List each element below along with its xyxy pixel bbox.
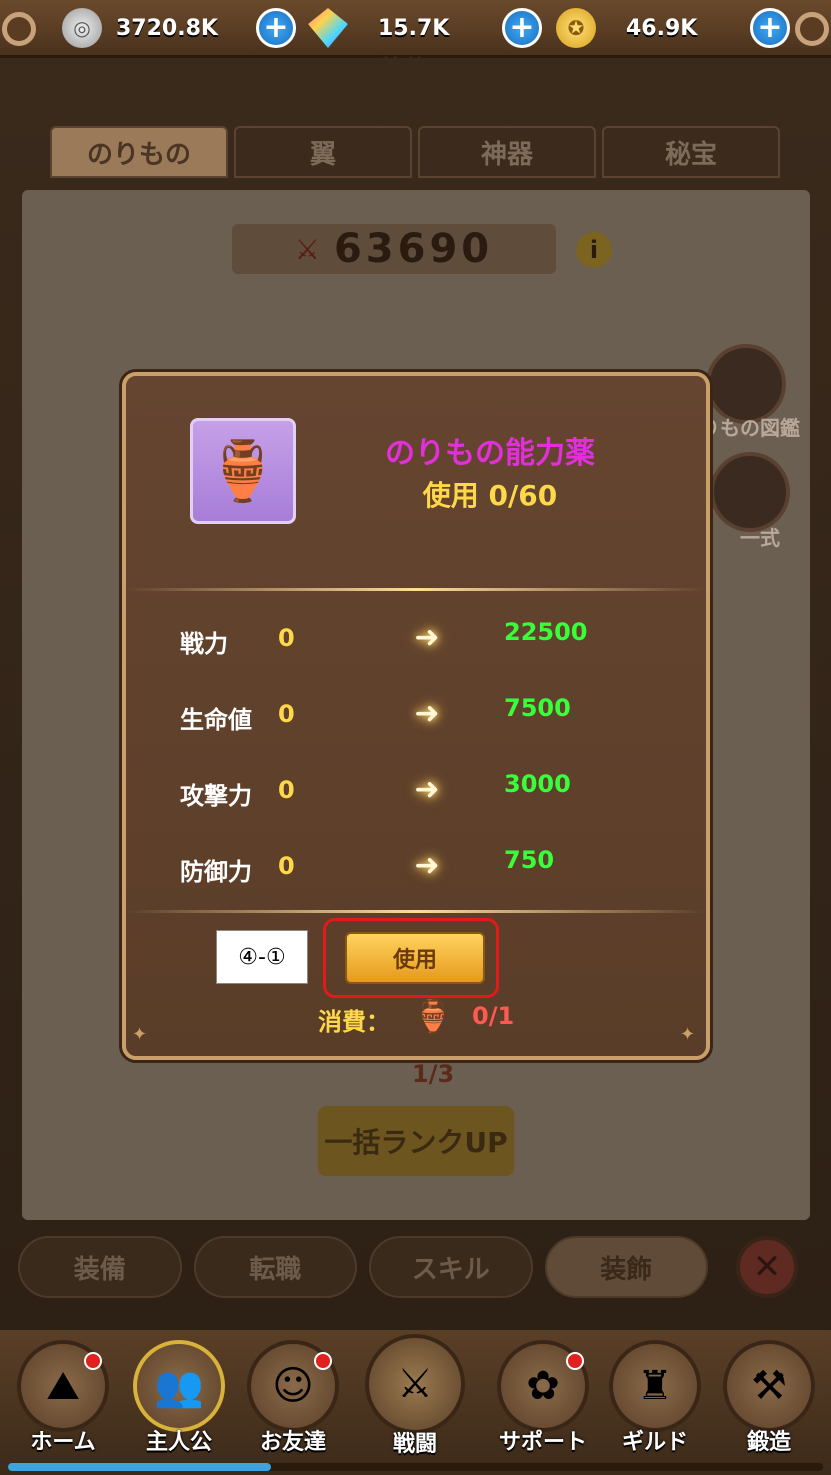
- crossed-swords-icon: ⚔: [365, 1334, 465, 1434]
- silver-coin-icon: ◎: [62, 8, 102, 48]
- anvil-icon: ⚒: [723, 1340, 815, 1432]
- corner-ornament-icon: ✦: [680, 1024, 696, 1045]
- potion-cost-icon: 🏺: [413, 997, 453, 1035]
- nav-guild-label: ギルド: [621, 1430, 688, 1455]
- currency-gem: 15.7K +: [308, 6, 542, 50]
- add-gem-button[interactable]: +: [502, 8, 542, 48]
- gold-medal-icon: ✪: [556, 8, 596, 48]
- annotation-label: ④-①: [216, 930, 308, 984]
- progress-bar: [8, 1463, 823, 1471]
- stat-current-power: 0: [278, 624, 295, 652]
- stat-label-hp: 生命値: [180, 706, 252, 734]
- arrow-right-icon: ➜: [414, 847, 440, 883]
- arrow-right-icon: ➜: [414, 695, 440, 731]
- stat-new-defense: 750: [504, 846, 555, 874]
- support-notification-dot: [566, 1352, 584, 1370]
- nav-forge-label: 鍛造: [746, 1430, 791, 1455]
- nav-support[interactable]: ✿ サポート: [484, 1340, 602, 1464]
- stat-current-attack: 0: [278, 776, 295, 804]
- add-silver-button[interactable]: +: [256, 8, 296, 48]
- stat-label-attack: 攻撃力: [180, 782, 252, 810]
- tab-wing[interactable]: 翼: [234, 126, 412, 178]
- stat-new-hp: 7500: [504, 694, 571, 722]
- cost-label: 消費：: [318, 1008, 390, 1036]
- rank-progress: 1/3: [412, 1060, 455, 1088]
- tab-decoration[interactable]: 装飾: [544, 1236, 708, 1298]
- tab-equip[interactable]: 装備: [18, 1236, 182, 1298]
- tab-artifact[interactable]: 神器: [418, 126, 596, 178]
- currency-gold: ✪ 46.9K +: [556, 6, 790, 50]
- category-tabs: のりもの 翼 神器 秘宝: [50, 126, 780, 178]
- info-button[interactable]: i: [576, 232, 612, 268]
- silver-value: 3720.8K: [116, 15, 218, 41]
- progress-bar-fill: [8, 1463, 271, 1471]
- frame-ornament-right: [795, 12, 829, 46]
- nav-hero[interactable]: 👥 主人公: [120, 1340, 238, 1464]
- close-button[interactable]: ✕: [736, 1236, 798, 1298]
- stat-label-power: 戦力: [180, 630, 228, 658]
- tab-skill[interactable]: スキル: [369, 1236, 533, 1298]
- add-gold-button[interactable]: +: [750, 8, 790, 48]
- nav-friends-label: お友達: [259, 1430, 326, 1455]
- nav-home[interactable]: ⛰ ホーム: [4, 1340, 122, 1464]
- power-display: ⚔ 63690: [232, 224, 556, 274]
- highlight-box: [323, 918, 499, 998]
- nav-guild[interactable]: ♜ ギルド: [596, 1340, 714, 1464]
- set-button[interactable]: [710, 452, 790, 532]
- gem-value: 15.7K: [378, 15, 450, 41]
- tab-job-change[interactable]: 転職: [193, 1236, 357, 1298]
- cost-value: 0/1: [472, 1002, 515, 1030]
- nav-friends[interactable]: ☺ お友達: [234, 1340, 352, 1464]
- corner-ornament-icon: ✦: [132, 1024, 148, 1045]
- stat-new-attack: 3000: [504, 770, 571, 798]
- divider-bottom: [126, 910, 706, 913]
- tab-treasure[interactable]: 秘宝: [602, 126, 780, 178]
- nav-support-label: サポート: [498, 1430, 587, 1455]
- nav-home-label: ホーム: [30, 1430, 96, 1455]
- divider-top: [126, 588, 706, 591]
- potion-item-icon: 🏺: [190, 418, 296, 524]
- power-value: 63690: [333, 226, 494, 272]
- friends-notification-dot: [314, 1352, 332, 1370]
- arrow-right-icon: ➜: [414, 771, 440, 807]
- sub-tabs: 装備 転職 スキル 装飾: [18, 1236, 708, 1298]
- gold-value: 46.9K: [626, 15, 698, 41]
- guild-icon: ♜: [609, 1340, 701, 1432]
- item-name: のりもの能力薬: [385, 436, 595, 471]
- gem-icon: [308, 8, 348, 48]
- stat-label-defense: 防御力: [180, 858, 252, 886]
- hero-icon: 👥: [133, 1340, 225, 1432]
- stat-new-power: 22500: [504, 618, 588, 646]
- item-usage: 使用 0/60: [422, 479, 558, 512]
- home-notification-dot: [84, 1352, 102, 1370]
- nav-battle-label: 戦闘: [392, 1432, 437, 1457]
- nav-forge[interactable]: ⚒ 鍛造: [710, 1340, 828, 1464]
- stat-current-defense: 0: [278, 852, 295, 880]
- stat-current-hp: 0: [278, 700, 295, 728]
- currency-silver: ◎ 3720.8K +: [62, 6, 296, 50]
- tab-norimono[interactable]: のりもの: [50, 126, 228, 178]
- page-title: 装飾: [378, 56, 431, 86]
- nav-hero-label: 主人公: [145, 1430, 212, 1455]
- arrow-right-icon: ➜: [414, 619, 440, 655]
- nav-battle[interactable]: ⚔ 戦闘: [356, 1334, 474, 1458]
- frame-ornament-left: [2, 12, 36, 46]
- set-label: 一式: [740, 526, 780, 550]
- bulk-rank-up-button[interactable]: 一括ランクUP: [318, 1106, 514, 1176]
- sword-icon: ⚔: [294, 232, 324, 266]
